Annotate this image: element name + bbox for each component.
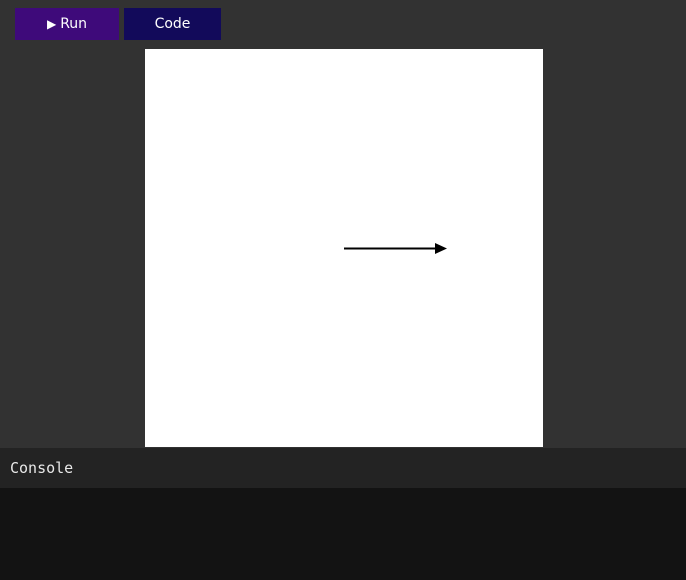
run-button[interactable]: ▶ Run [15, 8, 119, 40]
code-button-label: Code [154, 16, 191, 32]
app-window: ▶ Run Code Console [0, 0, 686, 580]
console-title: Console [10, 459, 74, 477]
drawing-canvas[interactable] [145, 49, 543, 447]
canvas-svg [344, 243, 447, 254]
arrow-head [435, 243, 447, 254]
code-button[interactable]: Code [124, 8, 221, 40]
run-button-label: Run [60, 16, 88, 32]
console-header: Console [0, 448, 686, 488]
toolbar: ▶ Run Code [0, 0, 686, 48]
console-output [0, 488, 686, 580]
play-icon: ▶ [46, 17, 57, 31]
